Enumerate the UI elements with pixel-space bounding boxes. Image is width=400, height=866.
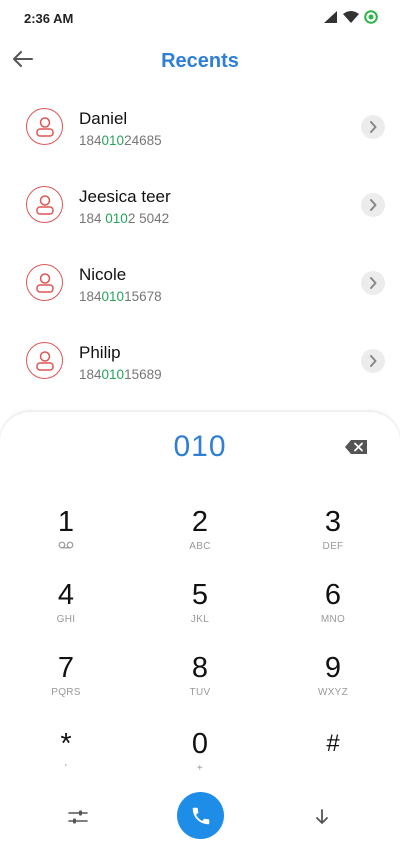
avatar [26, 264, 63, 301]
voicemail-icon [58, 541, 74, 549]
wifi-icon [343, 11, 359, 23]
backspace-icon [345, 440, 367, 454]
contact-name: Philip [79, 343, 121, 362]
status-icons [324, 10, 378, 24]
person-icon [35, 116, 54, 137]
phone-icon [192, 807, 209, 824]
person-icon [35, 350, 54, 371]
number-match: 010 [101, 133, 125, 148]
contact-name: Jeesica teer [79, 187, 171, 206]
contact-detail-button[interactable] [361, 193, 385, 217]
contact-number: 18401024685 [79, 133, 162, 148]
status-time: 2:36 AM [24, 11, 74, 26]
key-1[interactable]: 1 [21, 506, 111, 568]
key-digit: 7 [57, 652, 75, 684]
key-digit: # [326, 730, 340, 757]
key-star[interactable]: * ' [21, 728, 111, 790]
contact-detail-button[interactable] [361, 271, 385, 295]
key-6[interactable]: 6 MNO [288, 579, 378, 641]
number-match: 010 [101, 289, 125, 304]
key-digit: 9 [324, 652, 342, 684]
key-letters: ABC [189, 541, 211, 552]
key-digit: 2 [191, 506, 209, 538]
chevron-right-icon [370, 277, 377, 289]
person-icon [35, 272, 54, 293]
key-digit: 1 [57, 506, 75, 538]
status-bar: 2:36 AM [0, 0, 400, 36]
contact-row[interactable]: Daniel 18401024685 [0, 86, 400, 164]
dialed-number[interactable]: 010 [0, 430, 400, 464]
key-letters: DEF [322, 541, 344, 552]
key-hash[interactable]: # [288, 728, 378, 790]
sliders-icon [68, 810, 88, 824]
dialpad: 010 1 2 ABC 3 DEF 4 GHI 5 JKL 6 MNO 7 PQ… [0, 412, 400, 866]
key-letters: JKL [190, 614, 210, 625]
avatar [26, 186, 63, 223]
contact-row[interactable]: Philip 18401015689 [0, 320, 400, 398]
number-match: 010 [101, 367, 125, 382]
call-button[interactable] [177, 792, 224, 839]
key-digit: 5 [191, 579, 209, 611]
arrow-down-icon [316, 809, 328, 824]
chevron-right-icon [370, 199, 377, 211]
signal-icon [324, 11, 337, 23]
key-letters: TUV [189, 687, 211, 698]
key-digit: 4 [57, 579, 75, 611]
key-7[interactable]: 7 PQRS [21, 652, 111, 714]
contact-name: Nicole [79, 265, 127, 284]
number-match: 010 [105, 211, 128, 226]
key-5[interactable]: 5 JKL [155, 579, 245, 641]
avatar [26, 342, 63, 379]
contact-detail-button[interactable] [361, 349, 385, 373]
chevron-right-icon [370, 121, 377, 133]
contact-number: 18401015678 [79, 289, 162, 304]
dialpad-action-bar [0, 790, 400, 844]
recents-list: Daniel 18401024685 Jeesica teer 184 0102… [0, 86, 400, 398]
key-digit: 0 [191, 728, 209, 760]
backspace-button[interactable] [344, 439, 368, 455]
key-digit: 6 [324, 579, 342, 611]
collapse-dialpad-button[interactable] [310, 805, 334, 829]
key-2[interactable]: 2 ABC [155, 506, 245, 568]
contact-number: 184 0102 5042 [79, 211, 170, 226]
header: Recents [0, 36, 400, 86]
data-saver-icon [364, 10, 378, 24]
contact-name: Daniel [79, 109, 128, 128]
key-letters: GHI [56, 614, 76, 625]
key-letters: WXYZ [317, 687, 349, 698]
key-letters: MNO [320, 614, 346, 625]
key-9[interactable]: 9 WXYZ [288, 652, 378, 714]
page-title: Recents [161, 50, 239, 72]
key-letters: + [196, 763, 204, 774]
contact-row[interactable]: Jeesica teer 184 0102 5042 [0, 164, 400, 242]
key-letters: ' [64, 763, 68, 774]
contact-number: 18401015689 [79, 367, 162, 382]
contact-detail-button[interactable] [361, 115, 385, 139]
dialpad-settings-button[interactable] [66, 805, 90, 829]
key-letters [288, 763, 378, 775]
key-letters: PQRS [51, 687, 81, 698]
avatar [26, 108, 63, 145]
key-4[interactable]: 4 GHI [21, 579, 111, 641]
key-letters [21, 541, 111, 553]
key-3[interactable]: 3 DEF [288, 506, 378, 568]
key-8[interactable]: 8 TUV [155, 652, 245, 714]
key-digit: * [60, 728, 72, 760]
contact-row[interactable]: Nicole 18401015678 [0, 242, 400, 320]
chevron-right-icon [370, 355, 377, 367]
key-0[interactable]: 0 + [155, 728, 245, 790]
key-digit: 3 [324, 506, 342, 538]
key-digit: 8 [191, 652, 209, 684]
person-icon [35, 194, 54, 215]
